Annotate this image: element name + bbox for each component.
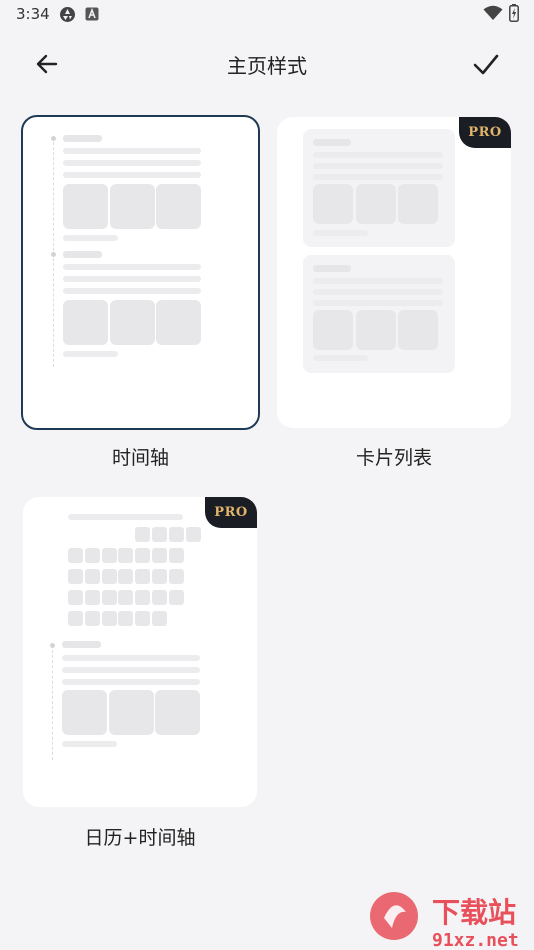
calendar-cell (101, 548, 117, 563)
calendar-cell (68, 590, 83, 605)
calendar-cell (135, 527, 151, 542)
watermark-brand: 下载站 (432, 896, 516, 929)
battery-icon (509, 4, 519, 22)
calendar-cell (135, 548, 151, 563)
style-option-label: 时间轴 (111, 447, 169, 469)
calendar-cell (68, 548, 83, 563)
calendar-cell (135, 569, 151, 584)
calendar-cell (152, 611, 167, 626)
style-option-label: 日历+时间轴 (84, 827, 196, 849)
style-option-calendar-timeline[interactable]: PRO (23, 497, 257, 807)
confirm-check-icon[interactable] (466, 44, 506, 84)
pro-badge: PRO (459, 117, 511, 148)
style-option-label: 卡片列表 (355, 447, 432, 469)
calendar-cell (101, 590, 117, 605)
calendar-cell (135, 590, 151, 605)
app-notification-icon (85, 7, 99, 21)
pro-badge: PRO (205, 497, 257, 528)
calendar-cell (118, 590, 134, 605)
status-time: 3:34 (16, 5, 50, 23)
calendar-cell (84, 590, 100, 605)
calendar-cell (84, 548, 100, 563)
calendar-cell (168, 590, 184, 605)
calendar-cell (68, 611, 83, 626)
calendar-cell (152, 569, 167, 584)
calendar-cell (152, 590, 167, 605)
calendar-cell (84, 611, 100, 626)
calendar-cell (185, 527, 201, 542)
calendar-cell (168, 548, 184, 563)
watermark-domain: 91xz.net (432, 930, 519, 950)
calendar-cell (168, 527, 184, 542)
status-bar: 3:34 (0, 0, 534, 28)
calendar-cell (152, 527, 167, 542)
calendar-cell (101, 611, 117, 626)
calendar-cell (118, 611, 134, 626)
calendar-cell (68, 569, 83, 584)
watermark-logo: 下载站 91xz.net (370, 892, 519, 950)
wifi-icon (483, 5, 503, 20)
style-option-card-list[interactable]: PRO (277, 117, 511, 428)
calendar-cell (118, 569, 134, 584)
calendar-cell (101, 569, 117, 584)
app-bar: 主页样式 (0, 28, 534, 98)
page-title: 主页样式 (227, 54, 307, 78)
calendar-cell (84, 569, 100, 584)
calendar-cell (118, 548, 134, 563)
aperture-icon (60, 7, 75, 22)
calendar-cell (168, 569, 184, 584)
style-option-timeline[interactable] (21, 115, 260, 430)
calendar-cell (135, 611, 151, 626)
calendar-cell (152, 548, 167, 563)
